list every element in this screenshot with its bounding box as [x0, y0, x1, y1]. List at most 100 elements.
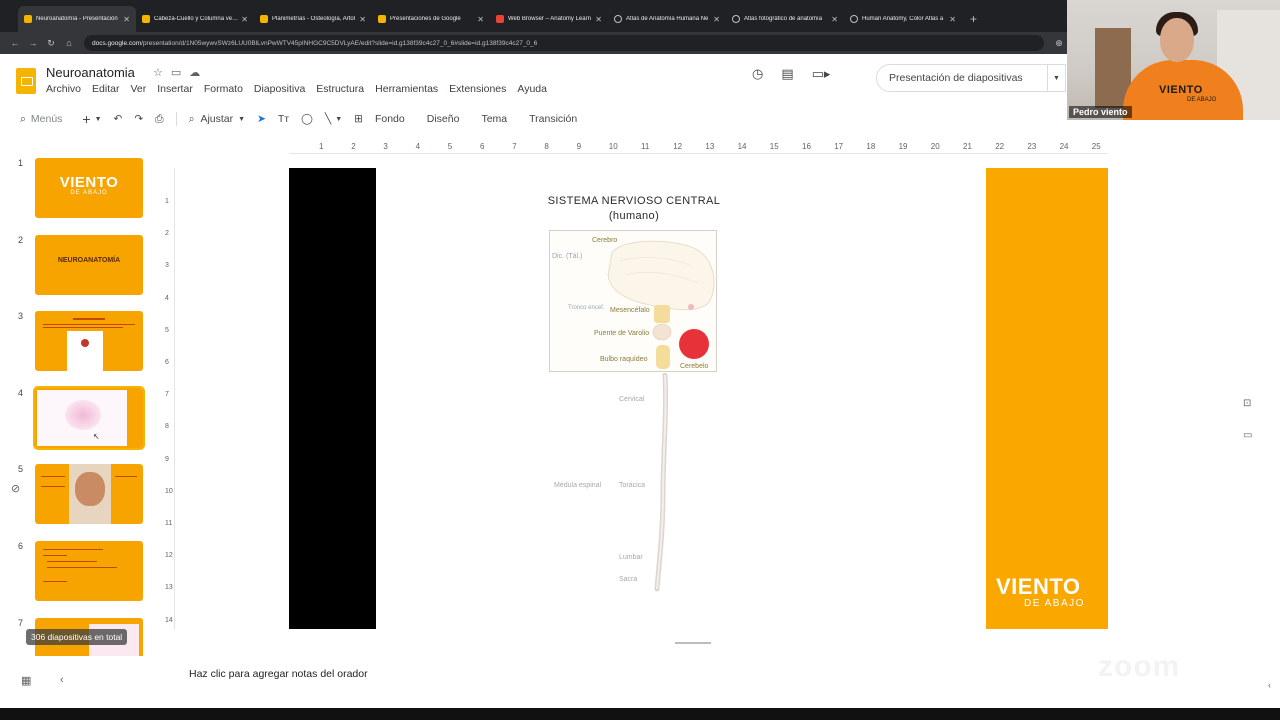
undo-icon[interactable]: ↶ [114, 113, 123, 125]
background-button[interactable]: Fondo [375, 113, 405, 125]
url-input[interactable]: docs.google.com/presentation/d/1N05wywvS… [84, 35, 1044, 51]
browser-tab[interactable]: Cabeza-Cuello y Columna verte ✕ [136, 6, 254, 32]
slide-thumbnail-5[interactable] [35, 464, 143, 524]
globe-icon [850, 15, 858, 23]
menu-item[interactable]: Insertar [157, 83, 193, 95]
slideshow-dropdown-icon[interactable]: ▼ [1047, 65, 1065, 91]
title-icons: ☆ ▭ ☁ [153, 66, 200, 79]
header-actions: ◷ ▤ ▭▸ [752, 66, 830, 82]
cloud-status-icon[interactable]: ☁ [189, 66, 200, 79]
label-medula: Médula espinal [554, 482, 602, 489]
menu-item[interactable]: Archivo [46, 83, 81, 95]
redo-icon[interactable]: ↷ [134, 113, 143, 125]
new-slide-icon[interactable]: + [82, 111, 90, 127]
tab-close-icon[interactable]: ✕ [123, 15, 130, 24]
menu-item[interactable]: Extensiones [449, 83, 506, 95]
home-icon[interactable]: ⌂ [60, 38, 78, 48]
brain-diagram-image[interactable]: Cerebro Dic. (Tál.) Tronco encef. Mesenc… [549, 230, 717, 372]
star-icon[interactable]: ☆ [153, 66, 163, 79]
new-tab-button[interactable]: + [962, 6, 985, 32]
collapse-filmstrip-icon[interactable]: ‹ [60, 674, 64, 686]
print-icon[interactable]: ⎙ [155, 113, 163, 126]
browser-tab[interactable]: Presentaciones de Google ✕ [372, 6, 490, 32]
slide-canvas[interactable]: VIENTO DE ABAJO SISTEMA NERVIOSO CENTRAL… [289, 168, 1108, 629]
browser-tab[interactable]: Human Anatomy, Color Atlas a ✕ [844, 6, 962, 32]
thumb-text-line [43, 581, 67, 582]
back-icon[interactable]: ← [6, 38, 24, 48]
slide-thumbnail-3[interactable] [35, 311, 143, 371]
side-panel-toggle-icon[interactable]: ‹ [1268, 680, 1271, 690]
menu-item[interactable]: Estructura [316, 83, 364, 95]
menu-item[interactable]: Ver [130, 83, 146, 95]
ruler-tick-label: 14 [165, 616, 173, 624]
document-title[interactable]: Neuroanatomia [46, 65, 135, 80]
comment-add-icon[interactable]: ⊞ [354, 113, 363, 125]
menu-item[interactable]: Herramientas [375, 83, 438, 95]
ruler-tick-label: 8 [544, 142, 549, 151]
label-mesencefalo: Mesencéfalo [610, 307, 650, 314]
menu-item[interactable]: Ayuda [517, 83, 547, 95]
tab-close-icon[interactable]: ✕ [949, 15, 956, 24]
menu-search-input[interactable]: Menús [31, 113, 63, 125]
line-dropdown-icon[interactable]: ▼ [335, 116, 342, 123]
transition-button[interactable]: Transición [529, 113, 577, 125]
reload-icon[interactable]: ↻ [42, 38, 60, 49]
ruler-tick-label: 16 [802, 142, 811, 151]
slide-title[interactable]: SISTEMA NERVIOSO CENTRAL (humano) [545, 194, 723, 224]
new-slide-dropdown-icon[interactable]: ▼ [95, 116, 102, 123]
link-icon[interactable]: ⊘ [11, 482, 20, 495]
textbox-icon[interactable]: Tт [278, 113, 289, 125]
thumb-text-line [47, 561, 97, 562]
notes-resize-handle[interactable] [675, 642, 711, 644]
comments-icon[interactable]: ▤ [781, 66, 793, 82]
thumb-text-line [43, 549, 103, 550]
folder-icon[interactable]: ▭ [1243, 430, 1252, 441]
zoom-icon[interactable]: ⌕ [189, 113, 195, 126]
zoom-dropdown-icon[interactable]: ▼ [238, 116, 245, 123]
theme-button[interactable]: Tema [481, 113, 507, 125]
tab-close-icon[interactable]: ✕ [477, 15, 484, 24]
tab-close-icon[interactable]: ✕ [595, 15, 602, 24]
browser-tab[interactable]: Atlas de Anatomía Humana Ne ✕ [608, 6, 726, 32]
tab-close-icon[interactable]: ✕ [713, 15, 720, 24]
meet-icon[interactable]: ▭▸ [812, 66, 831, 82]
line-icon[interactable]: ╲ [325, 113, 331, 125]
slide-number: 7 [18, 618, 24, 628]
vertical-ruler[interactable]: 1 2 3 4 5 6 7 8 9 10 11 12 13 14 [163, 168, 175, 630]
label-toracica: Torácica [619, 482, 646, 489]
forward-icon[interactable]: → [24, 38, 42, 48]
search-icon[interactable]: ⌕ [20, 113, 26, 126]
zoom-select[interactable]: Ajustar [200, 113, 233, 125]
ruler-tick-label: 14 [737, 142, 747, 151]
speaker-notes-input[interactable]: Haz clic para agregar notas del orador [189, 668, 368, 680]
slide-thumbnail-6[interactable] [35, 541, 143, 601]
ruler-tick-label: 21 [963, 142, 972, 151]
menu-item[interactable]: Formato [204, 83, 243, 95]
slide-number: 3 [18, 311, 24, 321]
ruler-tick-label: 19 [898, 142, 908, 151]
zoom-icon[interactable]: ⊕ [1050, 38, 1068, 49]
layout-button[interactable]: Diseño [427, 113, 460, 125]
horizontal-ruler[interactable]: 1 2 3 4 5 6 7 8 9 10 11 12 13 14 15 16 17 18 19 20 21 22 23 24 2… [289, 142, 1108, 154]
browser-tab[interactable]: Neuroanatomía - Presentación ✕ [18, 6, 136, 32]
browser-tab[interactable]: Atlas fotográfico de anatomía ✕ [726, 6, 844, 32]
webcam-video: VIENTO DE ABAJO Pedro viento [1067, 0, 1280, 120]
grid-view-icon[interactable]: ▦ [21, 674, 31, 687]
menu-item[interactable]: Diapositiva [254, 83, 305, 95]
keep-icon[interactable]: ⊡ [1243, 398, 1251, 409]
browser-tab[interactable]: Planimetrías - Osteología, Artol ✕ [254, 6, 372, 32]
slideshow-button[interactable]: Presentación de diapositivas ▼ [876, 64, 1066, 92]
move-folder-icon[interactable]: ▭ [171, 66, 181, 79]
tab-close-icon[interactable]: ✕ [831, 15, 838, 24]
slide-thumbnail-1[interactable]: VIENTO DE ABAJO [35, 158, 143, 218]
menu-item[interactable]: Editar [92, 83, 119, 95]
slides-logo-icon[interactable] [16, 68, 36, 94]
select-cursor-icon[interactable]: ➤ [257, 113, 266, 125]
slide-thumbnail-4-selected[interactable]: ↖ [33, 386, 145, 450]
shape-icon[interactable]: ◯ [301, 113, 313, 125]
tab-close-icon[interactable]: ✕ [241, 15, 248, 24]
tab-close-icon[interactable]: ✕ [359, 15, 366, 24]
browser-tab[interactable]: Web Browser – Anatomy Learn ✕ [490, 6, 608, 32]
history-icon[interactable]: ◷ [752, 66, 763, 82]
slide-thumbnail-2[interactable]: NEUROANATOMÍA [35, 235, 143, 295]
